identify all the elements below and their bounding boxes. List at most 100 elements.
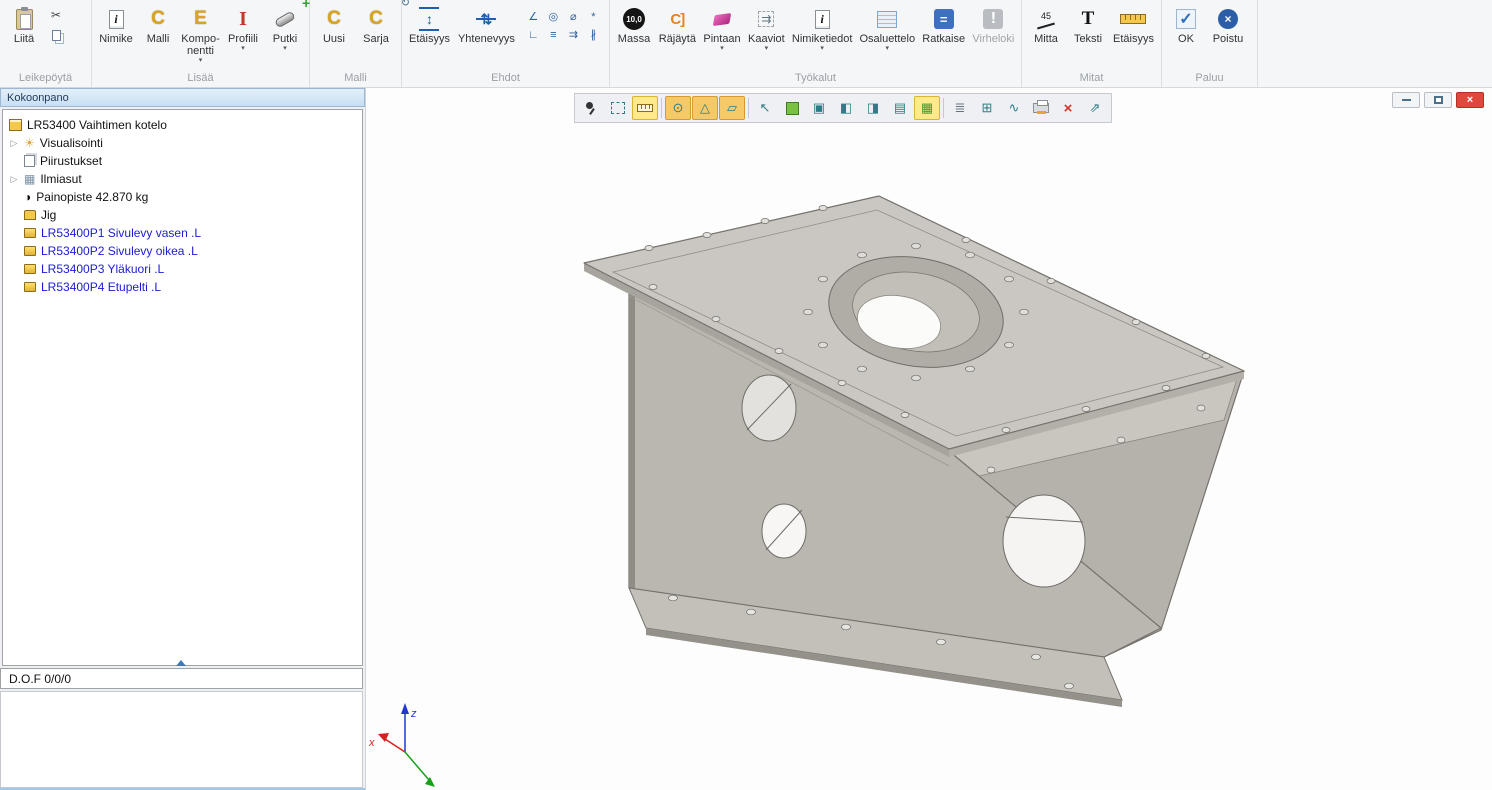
- malli-button[interactable]: C Malli: [138, 4, 178, 46]
- dropdown-caret-icon[interactable]: ▾: [886, 45, 890, 52]
- solid-select-button[interactable]: [779, 96, 805, 120]
- pin-icon: [584, 101, 598, 115]
- face-select-button[interactable]: ▣: [806, 96, 832, 120]
- snap-point-button[interactable]: ⊙: [665, 96, 691, 120]
- copy-button[interactable]: [46, 26, 66, 44]
- expander-icon[interactable]: ▷: [9, 138, 19, 149]
- teksti-button[interactable]: T Teksti: [1068, 4, 1108, 46]
- series-icon: C: [369, 8, 383, 30]
- uusi-button[interactable]: C+ Uusi: [314, 4, 354, 46]
- center-of-mass-icon: ◑: [24, 190, 31, 204]
- half-left-select-button[interactable]: ◧: [833, 96, 859, 120]
- angle-constraint-button[interactable]: ∠: [524, 8, 543, 25]
- quick-measure-button[interactable]: [632, 96, 658, 120]
- nimike-button[interactable]: i Nimike: [96, 4, 136, 46]
- select-arrow-button[interactable]: ↖: [752, 96, 778, 120]
- model-canvas[interactable]: z x: [366, 88, 1492, 790]
- snap-edge-icon: △: [700, 100, 710, 116]
- sheet-select-button[interactable]: ▤: [887, 96, 913, 120]
- snap-edge-button[interactable]: △: [692, 96, 718, 120]
- poistu-button[interactable]: × Poistu: [1208, 4, 1248, 46]
- cut-button[interactable]: ✂: [46, 6, 66, 24]
- perpendicular-constraint-button[interactable]: ∟: [524, 26, 543, 43]
- equal-constraint-button[interactable]: ⇉: [564, 26, 583, 43]
- snap-face-icon: ▱: [727, 100, 737, 116]
- ok-button[interactable]: ✓ OK: [1166, 4, 1206, 46]
- fence-select-button[interactable]: [605, 96, 631, 120]
- kaaviot-button[interactable]: ⇉ Kaaviot ▾: [745, 4, 787, 53]
- pintaan-button[interactable]: Pintaan ▾: [701, 4, 744, 53]
- snap-face-button[interactable]: ▱: [719, 96, 745, 120]
- etaisyys-constraint-button[interactable]: ↕ Etäisyys: [406, 4, 453, 46]
- grid-select-icon: ▦: [921, 100, 933, 116]
- dropdown-caret-icon[interactable]: ▾: [720, 45, 724, 52]
- item-data-icon: i: [815, 10, 830, 29]
- half-left-icon: ◧: [840, 100, 852, 116]
- part-icon: [24, 246, 36, 256]
- nimiketiedot-button[interactable]: i Nimiketiedot ▾: [789, 4, 855, 53]
- paste-button[interactable]: Liitä: [4, 4, 44, 46]
- virheloki-button: ! Virheloki: [970, 4, 1017, 46]
- component-icon: E: [194, 8, 207, 30]
- grid-select-button[interactable]: ▦: [914, 96, 940, 120]
- dropdown-caret-icon[interactable]: ▾: [283, 45, 287, 52]
- tree-item-part-4[interactable]: LR53400P4 Etupelti .L: [3, 278, 362, 296]
- list-button[interactable]: ≣: [947, 96, 973, 120]
- tree-item-jig[interactable]: Jig: [3, 206, 362, 224]
- komponentti-button[interactable]: E Kompo- nentti ▾: [180, 4, 221, 65]
- export-button[interactable]: ⇗: [1082, 96, 1108, 120]
- half-right-select-button[interactable]: ◨: [860, 96, 886, 120]
- massa-button[interactable]: 10,0 Massa: [614, 4, 654, 46]
- minimize-button[interactable]: [1392, 92, 1420, 108]
- tangent-constraint-button[interactable]: ∦: [584, 26, 603, 43]
- tree-item-root[interactable]: LR53400 Vaihtimen kotelo: [3, 116, 362, 134]
- panel-resize-handle[interactable]: [176, 660, 186, 666]
- printer-icon: [1033, 103, 1049, 113]
- tree-item-piirustukset[interactable]: Piirustukset: [3, 152, 362, 170]
- symmetry-constraint-button[interactable]: *: [584, 8, 603, 25]
- tree-item-painopiste[interactable]: ◑ Painopiste 42.870 kg: [3, 188, 362, 206]
- ribbon-group-return: ✓ OK × Poistu Paluu: [1162, 0, 1258, 87]
- solve-icon: =: [934, 9, 954, 29]
- copy-view-icon: ⊞: [982, 100, 993, 116]
- delete-button[interactable]: ×: [1055, 96, 1081, 120]
- exit-icon: ×: [1218, 9, 1238, 29]
- curve-button[interactable]: ∿: [1001, 96, 1027, 120]
- concentric-constraint-button[interactable]: ◎: [544, 8, 563, 25]
- dropdown-caret-icon[interactable]: ▾: [765, 45, 769, 52]
- tree-item-part-2[interactable]: LR53400P2 Sivulevy oikea .L: [3, 242, 362, 260]
- ratkaise-button[interactable]: = Ratkaise: [920, 4, 968, 46]
- osaluettelo-button[interactable]: Osaluettelo ▾: [857, 4, 918, 53]
- etaisyys-measure-button[interactable]: Etäisyys: [1110, 4, 1157, 46]
- dropdown-caret-icon[interactable]: ▾: [820, 45, 824, 52]
- dimension-icon: 45: [1037, 12, 1055, 27]
- minimize-icon: [1402, 99, 1411, 101]
- mitta-button[interactable]: 45 Mitta: [1026, 4, 1066, 46]
- ribbon: Liitä ✂ Leikepöytä i Nimike C Malli: [0, 0, 1492, 88]
- print-button[interactable]: [1028, 96, 1054, 120]
- tree-item-ilmiasut[interactable]: ▷ ▦ Ilmiasut: [3, 170, 362, 188]
- group-label-clipboard: Leikepöytä: [0, 72, 91, 84]
- tree-item-visualisointi[interactable]: ▷ ☀ Visualisointi: [3, 134, 362, 152]
- close-icon: ×: [1467, 94, 1473, 106]
- diameter-constraint-button[interactable]: ⌀: [564, 8, 583, 25]
- restore-button[interactable]: [1424, 92, 1452, 108]
- copy-view-button[interactable]: ⊞: [974, 96, 1000, 120]
- expander-icon[interactable]: ▷: [9, 174, 19, 185]
- ribbon-group-model: C+ Uusi C↻ Sarja Malli: [310, 0, 402, 87]
- pin-button[interactable]: [578, 96, 604, 120]
- dropdown-caret-icon[interactable]: ▾: [241, 45, 245, 52]
- rajayta-button[interactable]: C] Räjäytä: [656, 4, 699, 46]
- tree-item-part-3[interactable]: LR53400P3 Yläkuori .L: [3, 260, 362, 278]
- dropdown-caret-icon[interactable]: ▾: [199, 57, 203, 64]
- configurations-icon: ▦: [24, 172, 35, 186]
- putki-button[interactable]: Putki ▾: [265, 4, 305, 53]
- model-viewport[interactable]: z x ⊙ △ ▱ ↖ ▣: [365, 88, 1492, 790]
- tree-item-part-1[interactable]: LR53400P1 Sivulevy vasen .L: [3, 224, 362, 242]
- sarja-button[interactable]: C↻ Sarja: [356, 4, 396, 46]
- parallel-constraint-button[interactable]: ≡: [544, 26, 563, 43]
- yhtenevyys-button[interactable]: ⇅ Yhtenevyys: [455, 4, 518, 46]
- profiili-button[interactable]: I Profiili ▾: [223, 4, 263, 53]
- close-button[interactable]: ×: [1456, 92, 1484, 108]
- ribbon-group-constraints: ↕ Etäisyys ⇅ Yhtenevyys ∠ ◎ ⌀ * ∟ ≡ ⇉ ∦: [402, 0, 610, 87]
